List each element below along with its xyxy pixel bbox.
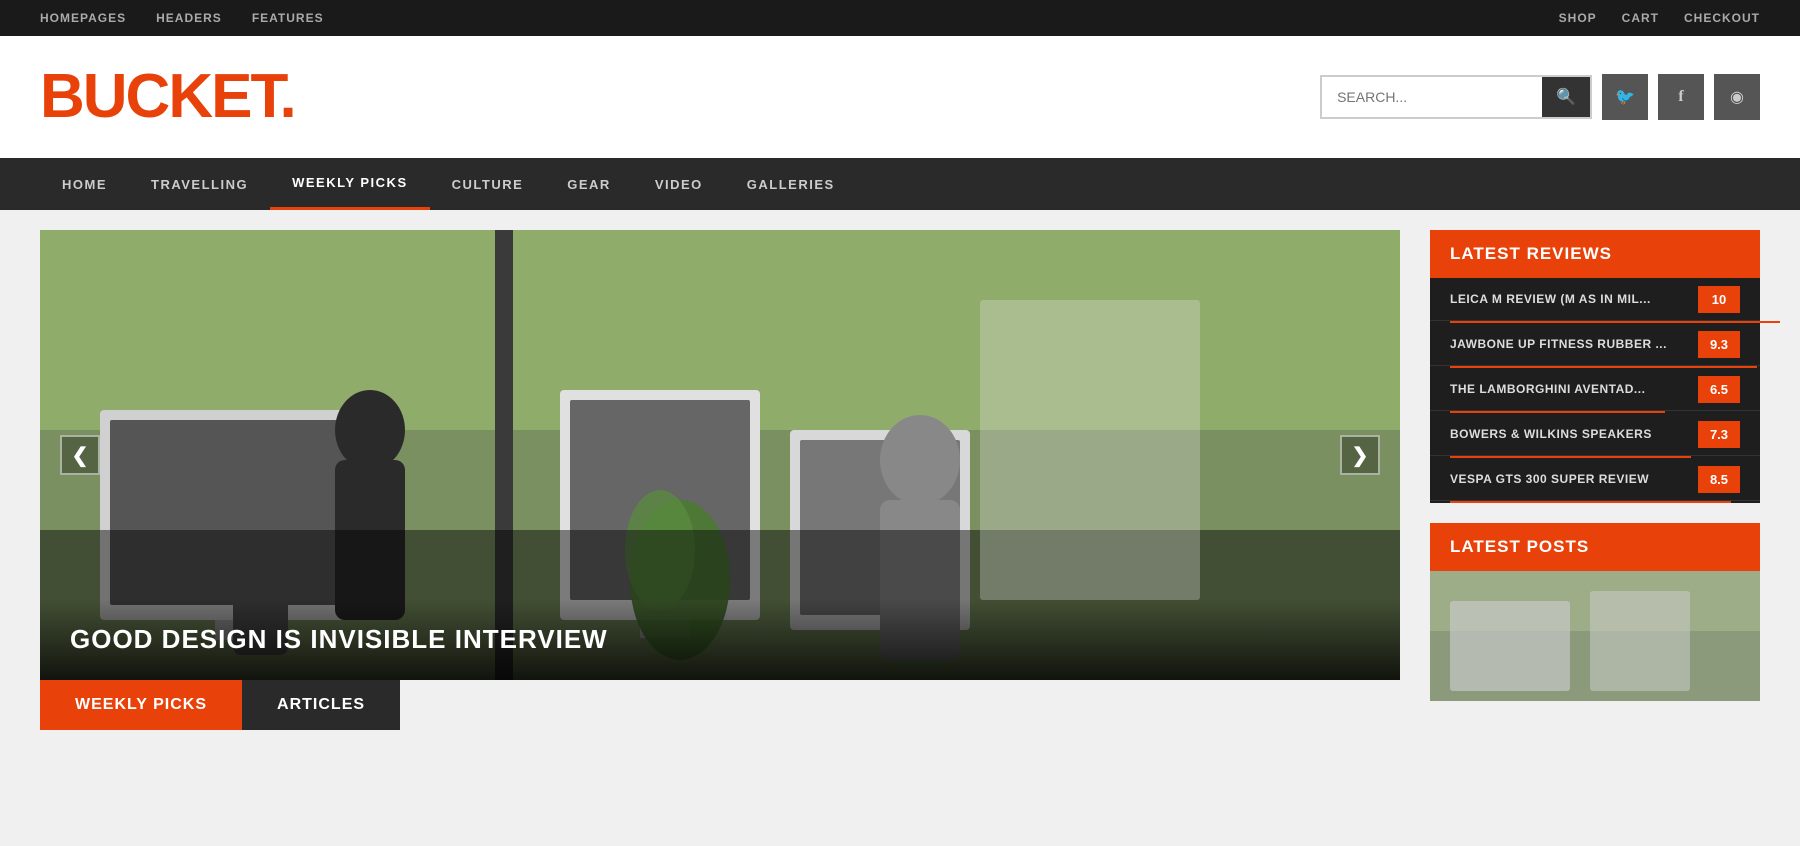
twitter-button[interactable]: 🐦 <box>1602 74 1648 120</box>
topbar-homepages[interactable]: HOMEPAGES <box>40 11 126 25</box>
nav-galleries[interactable]: GALLERIES <box>725 158 857 210</box>
tab-weekly-picks[interactable]: WEEKLY PICKS <box>40 680 242 730</box>
review-title: BOWERS & WILKINS SPEAKERS <box>1450 413 1698 455</box>
review-score: 6.5 <box>1698 376 1740 403</box>
search-input[interactable] <box>1322 79 1542 115</box>
top-bar: HOMEPAGES HEADERS FEATURES SHOP CART CHE… <box>0 0 1800 36</box>
review-item[interactable]: JAWBONE UP FITNESS RUBBER ... 9.3 <box>1430 323 1760 366</box>
review-item[interactable]: VESPA GTS 300 SUPER REVIEW 8.5 <box>1430 458 1760 501</box>
site-logo[interactable]: BUCKET. <box>40 66 295 128</box>
topbar-shop[interactable]: SHOP <box>1559 11 1597 25</box>
hero-slider: ❮ ❯ GOOD DESIGN IS INVISIBLE INTERVIEW <box>40 230 1400 680</box>
review-item[interactable]: LEICA M REVIEW (M AS IN MIL... 10 <box>1430 278 1760 321</box>
rss-button[interactable]: ◉ <box>1714 74 1760 120</box>
slider-next-button[interactable]: ❯ <box>1340 435 1380 475</box>
nav-weekly-picks[interactable]: WEEKLY PICKS <box>270 158 430 210</box>
top-bar-left-nav: HOMEPAGES HEADERS FEATURES <box>40 11 324 25</box>
content-area: ❮ ❯ GOOD DESIGN IS INVISIBLE INTERVIEW W… <box>0 210 1800 750</box>
slider-caption: GOOD DESIGN IS INVISIBLE INTERVIEW <box>40 599 1400 680</box>
review-score: 9.3 <box>1698 331 1740 358</box>
slider-title: GOOD DESIGN IS INVISIBLE INTERVIEW <box>70 624 1370 655</box>
search-icon: 🔍 <box>1556 89 1576 106</box>
sidebar: LATEST REVIEWS LEICA M REVIEW (M AS IN M… <box>1430 230 1760 730</box>
review-score: 10 <box>1698 286 1740 313</box>
posts-svg-art <box>1430 571 1760 701</box>
facebook-icon: f <box>1678 88 1683 106</box>
review-item[interactable]: BOWERS & WILKINS SPEAKERS 7.3 <box>1430 413 1760 456</box>
review-title: THE LAMBORGHINI AVENTAD... <box>1450 368 1698 410</box>
tab-articles[interactable]: ARTICLES <box>242 680 400 730</box>
nav-culture[interactable]: CULTURE <box>430 158 546 210</box>
review-title: VESPA GTS 300 SUPER REVIEW <box>1450 458 1698 500</box>
search-button[interactable]: 🔍 <box>1542 77 1590 117</box>
review-score: 8.5 <box>1698 466 1740 493</box>
review-title: LEICA M REVIEW (M AS IN MIL... <box>1450 278 1698 320</box>
latest-reviews-title: LATEST REVIEWS <box>1430 230 1760 278</box>
top-bar-right-nav: SHOP CART CHECKOUT <box>1559 11 1760 25</box>
latest-reviews-widget: LATEST REVIEWS LEICA M REVIEW (M AS IN M… <box>1430 230 1760 503</box>
latest-posts-widget: LATEST POSTS <box>1430 523 1760 701</box>
review-item[interactable]: THE LAMBORGHINI AVENTAD... 6.5 <box>1430 368 1760 411</box>
main-nav: HOME TRAVELLING WEEKLY PICKS CULTURE GEA… <box>0 158 1800 210</box>
topbar-cart[interactable]: CART <box>1622 11 1659 25</box>
header-right: 🔍 🐦 f ◉ <box>1320 74 1760 120</box>
nav-home[interactable]: HOME <box>40 158 129 210</box>
main-column: ❮ ❯ GOOD DESIGN IS INVISIBLE INTERVIEW W… <box>40 230 1400 730</box>
slider-prev-button[interactable]: ❮ <box>60 435 100 475</box>
rss-icon: ◉ <box>1730 87 1744 107</box>
topbar-features[interactable]: FEATURES <box>252 11 324 25</box>
review-bar <box>1450 501 1731 503</box>
search-box: 🔍 <box>1320 75 1592 119</box>
latest-posts-image <box>1430 571 1760 701</box>
review-score: 7.3 <box>1698 421 1740 448</box>
twitter-icon: 🐦 <box>1615 87 1635 107</box>
topbar-checkout[interactable]: CHECKOUT <box>1684 11 1760 25</box>
content-tabs: WEEKLY PICKS ARTICLES <box>40 680 1400 730</box>
nav-gear[interactable]: GEAR <box>545 158 633 210</box>
latest-posts-title: LATEST POSTS <box>1430 523 1760 571</box>
topbar-headers[interactable]: HEADERS <box>156 11 222 25</box>
nav-video[interactable]: VIDEO <box>633 158 725 210</box>
review-title: JAWBONE UP FITNESS RUBBER ... <box>1450 323 1698 365</box>
facebook-button[interactable]: f <box>1658 74 1704 120</box>
header: BUCKET. 🔍 🐦 f ◉ <box>0 36 1800 158</box>
nav-travelling[interactable]: TRAVELLING <box>129 158 270 210</box>
